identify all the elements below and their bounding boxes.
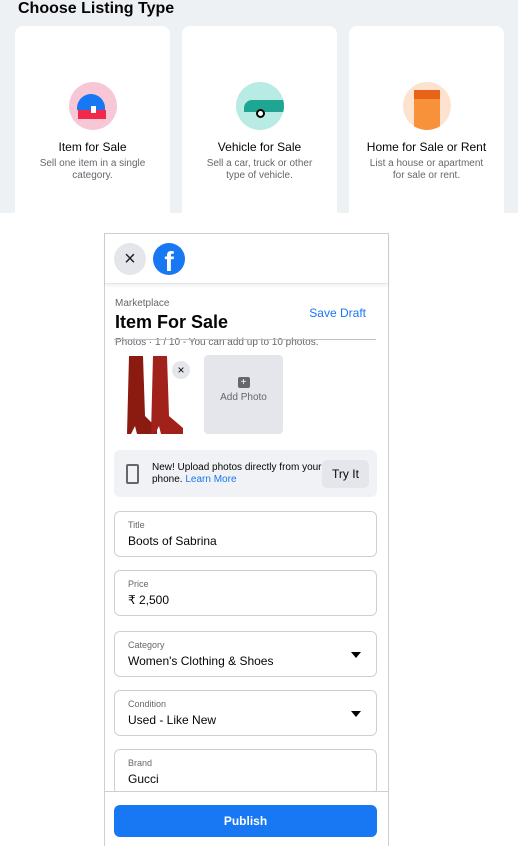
create-listing-panel: × f Marketplace Item For Sale Save Draft… (104, 233, 389, 847)
upload-from-phone-banner: New! Upload photos directly from your ph… (114, 450, 377, 497)
field-label: Brand (128, 758, 153, 768)
shopping-bag-icon (68, 82, 117, 130)
card-desc: Sell a car, truck or other type of vehic… (206, 158, 313, 181)
listing-type-section: Choose Listing Type Item for Sale Sell o… (0, 0, 518, 213)
close-button[interactable]: × (114, 243, 146, 275)
field-label: Price (128, 579, 149, 589)
card-home-for-sale[interactable]: Home for Sale or Rent List a house or ap… (349, 26, 504, 213)
panel-footer: Publish (105, 791, 388, 847)
field-value: Boots of Sabrina (128, 534, 217, 548)
car-icon (235, 82, 284, 130)
add-photo-icon: + (237, 377, 250, 388)
field-value: ₹ 2,500 (128, 593, 169, 607)
section-title: Choose Listing Type (18, 0, 175, 17)
field-label: Title (128, 520, 145, 530)
save-draft-link[interactable]: Save Draft (309, 306, 366, 320)
learn-more-link[interactable]: Learn More (185, 474, 236, 485)
card-desc: List a house or apartment for sale or re… (369, 158, 484, 181)
dropdown-arrow-icon (351, 652, 361, 658)
category-select[interactable]: Category Women's Clothing & Shoes (114, 631, 377, 677)
page-title: Item For Sale (115, 312, 229, 332)
phone-icon (126, 464, 139, 484)
facebook-logo-icon[interactable]: f (153, 243, 185, 275)
publish-button[interactable]: Publish (114, 805, 377, 837)
dropdown-arrow-icon (351, 711, 361, 717)
title-field[interactable]: Title Boots of Sabrina (114, 511, 377, 557)
card-title: Item for Sale (58, 140, 127, 154)
price-field[interactable]: Price ₹ 2,500 (114, 570, 377, 616)
card-vehicle-for-sale[interactable]: Vehicle for Sale Sell a car, truck or ot… (182, 26, 337, 213)
add-photo-label: Add Photo (220, 392, 267, 403)
field-value: Gucci (128, 772, 159, 786)
divider (114, 339, 376, 340)
panel-header: × f (105, 234, 388, 284)
card-item-for-sale[interactable]: Item for Sale Sell one item in a single … (15, 26, 170, 213)
add-photo-button[interactable]: + Add Photo (204, 355, 283, 434)
condition-select[interactable]: Condition Used - Like New (114, 690, 377, 736)
breadcrumb: Marketplace (115, 298, 170, 309)
card-desc: Sell one item in a single category. (39, 158, 146, 181)
field-value: Women's Clothing & Shoes (128, 654, 274, 668)
try-it-button[interactable]: Try It (322, 460, 369, 488)
field-label: Category (128, 640, 165, 650)
field-value: Used - Like New (128, 713, 217, 727)
remove-photo-button[interactable]: × (172, 361, 190, 379)
field-label: Condition (128, 699, 167, 709)
card-title: Vehicle for Sale (217, 140, 302, 154)
brand-field[interactable]: Brand Gucci (114, 749, 377, 795)
card-title: Home for Sale or Rent (366, 140, 487, 154)
house-icon (402, 82, 451, 130)
